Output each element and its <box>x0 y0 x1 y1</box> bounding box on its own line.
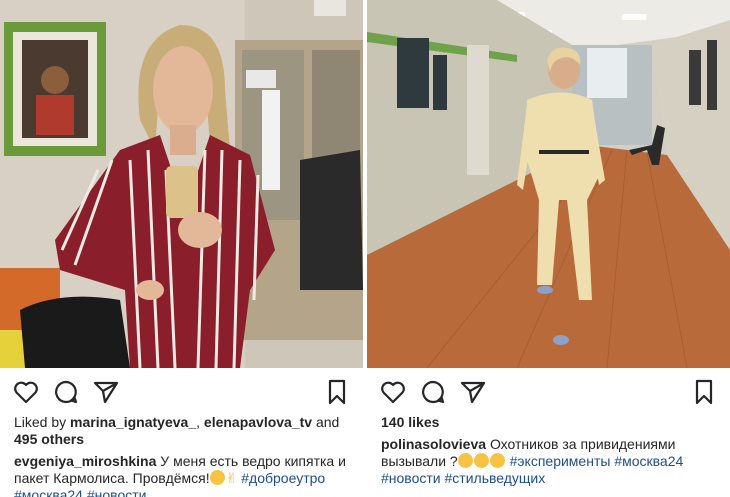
post-right: 140 likes polinasolovieva Охотников за п… <box>367 0 730 497</box>
likes-text: 140 likes <box>381 414 720 431</box>
post-photo[interactable] <box>367 0 730 368</box>
post-left: Liked by marina_ignatyeva_, elenapavlova… <box>0 0 363 497</box>
caption-text: вызывали ? <box>381 453 458 469</box>
hashtag-link[interactable]: #москва24 <box>614 453 683 469</box>
caption-text: У меня есть ведро кипятка и <box>160 453 346 469</box>
comment-icon[interactable] <box>52 378 80 406</box>
hashtag-link[interactable]: #эксперименты <box>510 453 611 469</box>
blush-emoji-icon <box>489 453 505 468</box>
hashtag-link[interactable]: #новости <box>87 487 147 497</box>
hashtag-link[interactable]: #доброеутро <box>241 470 325 486</box>
caption-username[interactable]: evgeniya_miroshkina <box>14 453 156 469</box>
share-icon[interactable] <box>459 378 487 406</box>
hashtag-link[interactable]: #новости <box>381 470 441 486</box>
caption: evgeniya_miroshkina У меня есть ведро ки… <box>14 453 353 497</box>
liker-link[interactable]: elenapavlova_tv <box>204 414 312 430</box>
bookmark-icon[interactable] <box>323 378 351 406</box>
caption-text: пакет Кармолиса. Провдёмся! <box>14 470 210 486</box>
bookmark-icon[interactable] <box>690 378 718 406</box>
hashtag-link[interactable]: #стильведущих <box>445 470 546 486</box>
caption-username[interactable]: polinasolovieva <box>381 436 486 452</box>
likes-and: and <box>312 414 340 430</box>
action-bar <box>12 378 351 406</box>
post-photo[interactable] <box>0 0 363 368</box>
smile-emoji-icon <box>209 470 225 485</box>
caption-text: Охотников за привидениями <box>489 436 676 452</box>
likes-others-link[interactable]: 495 others <box>14 431 84 447</box>
heart-icon[interactable] <box>12 378 40 406</box>
heart-icon[interactable] <box>379 378 407 406</box>
action-bar <box>379 378 718 406</box>
comment-icon[interactable] <box>419 378 447 406</box>
caption: polinasolovieva Охотников за привидениям… <box>381 436 720 487</box>
likes-prefix: Liked by <box>14 414 71 430</box>
likes-count-link[interactable]: 140 likes <box>381 414 439 430</box>
share-icon[interactable] <box>92 378 120 406</box>
hashtag-link[interactable]: #москва24 <box>14 487 83 497</box>
victory-hand-icon: ✌ <box>225 470 238 486</box>
smile-emoji-icon <box>457 453 473 468</box>
liker-link[interactable]: marina_ignatyeva_ <box>70 414 196 430</box>
hug-emoji-icon <box>473 453 489 468</box>
likes-separator: , <box>196 414 204 430</box>
likes-text: Liked by marina_ignatyeva_, elenapavlova… <box>14 414 353 448</box>
